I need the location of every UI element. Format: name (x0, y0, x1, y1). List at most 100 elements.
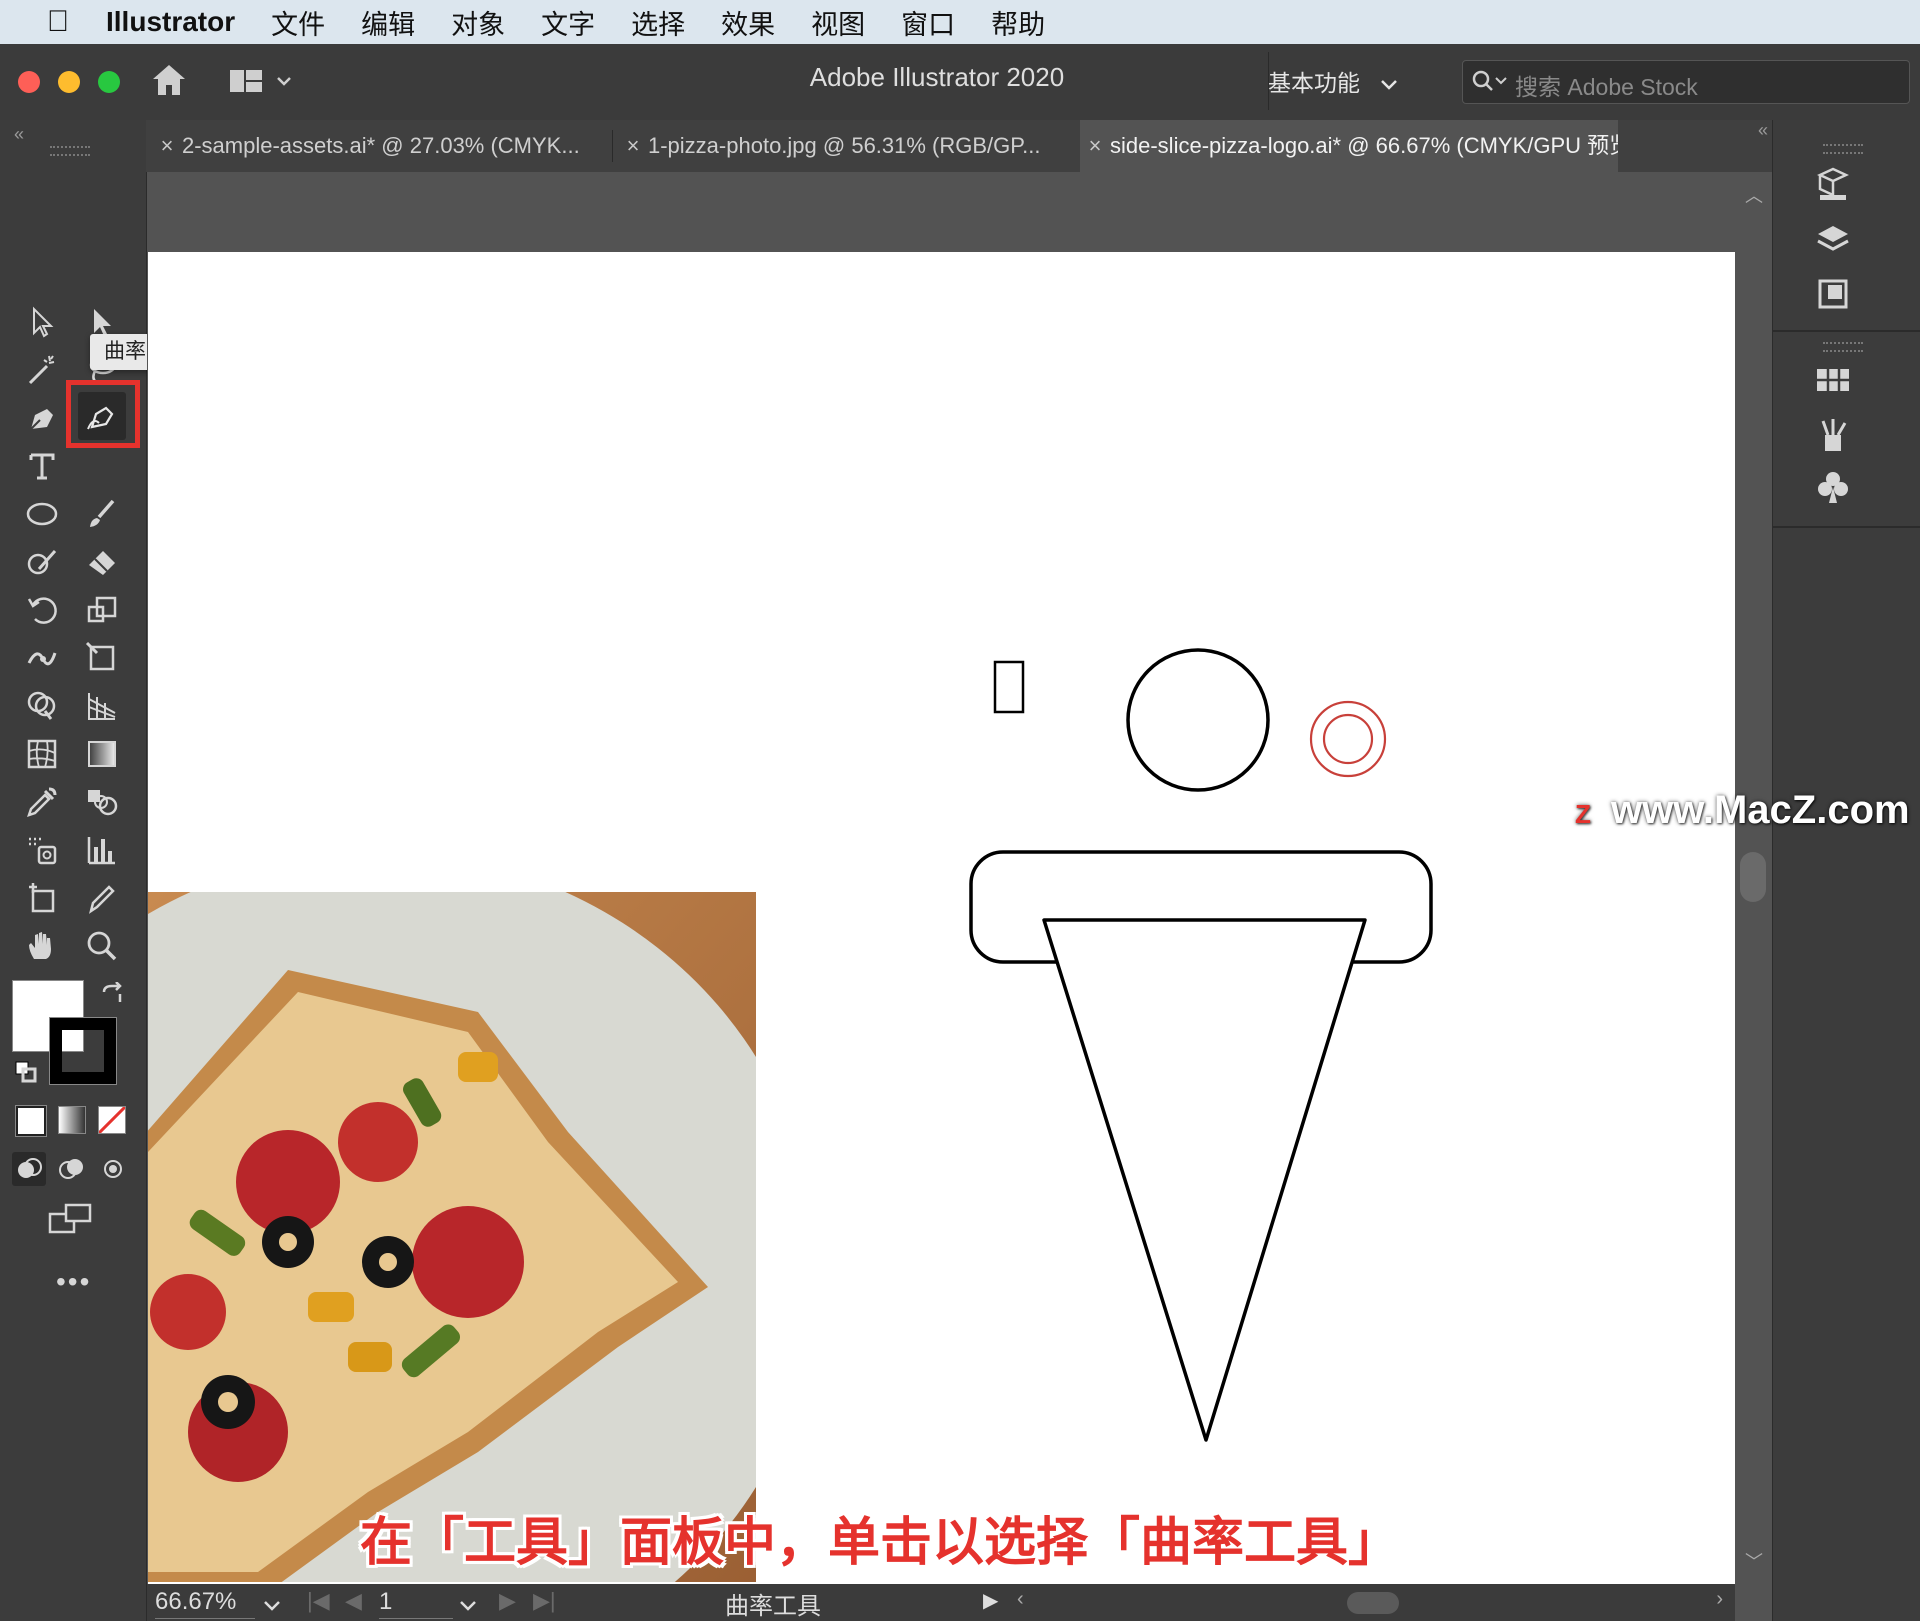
zoom-field[interactable]: 66.67% (155, 1588, 255, 1619)
scale-tool-icon[interactable] (78, 586, 126, 634)
vertical-scrollbar[interactable]: ︿ ﹀ (1736, 172, 1770, 1584)
collapse-panel-icon[interactable]: « (14, 124, 24, 145)
scroll-thumb[interactable] (1740, 852, 1766, 902)
menu-edit[interactable]: 编辑 (361, 3, 415, 42)
workspace-switcher[interactable]: 基本功能 (1268, 64, 1398, 98)
gradient-tool-icon[interactable] (78, 730, 126, 778)
blend-tool-icon[interactable] (78, 778, 126, 826)
scroll-right-icon[interactable]: › (1716, 1588, 1723, 1611)
zoom-tool-icon[interactable] (78, 922, 126, 970)
screen-mode-icon[interactable] (48, 1202, 94, 1241)
width-tool-icon[interactable] (18, 634, 66, 682)
menu-window[interactable]: 窗口 (901, 3, 955, 42)
scroll-down-icon[interactable]: ﹀ (1745, 1548, 1763, 1574)
slice-tool-icon[interactable] (78, 874, 126, 922)
brushes-icon[interactable] (1808, 412, 1858, 456)
home-icon[interactable] (150, 62, 188, 103)
pen-tool-icon[interactable] (18, 394, 66, 442)
rotate-tool-icon[interactable] (18, 586, 66, 634)
eyedropper-tool-icon[interactable] (18, 778, 66, 826)
artboard-tool-icon[interactable] (18, 874, 66, 922)
chevron-down-icon (1380, 70, 1398, 96)
next-artboard-icon[interactable]: ▶ (499, 1588, 516, 1614)
status-tool-name[interactable]: 曲率工具 (575, 1586, 971, 1621)
panel-grip[interactable] (50, 146, 90, 156)
column-graph-tool-icon[interactable] (78, 826, 126, 874)
zoom-dropdown-icon[interactable] (263, 1592, 281, 1620)
scroll-up-icon[interactable]: ︿ (1745, 182, 1763, 208)
perspective-grid-tool-icon[interactable] (78, 682, 126, 730)
mac-menubar:  Illustrator 文件 编辑 对象 文字 选择 效果 视图 窗口 帮助 (0, 0, 1920, 44)
artboard[interactable] (148, 252, 1735, 1584)
large-circle (1126, 648, 1270, 792)
draw-inside-icon[interactable] (96, 1152, 130, 1186)
symbols-icon[interactable] (1808, 466, 1858, 510)
layers-icon[interactable] (1808, 218, 1858, 262)
menu-help[interactable]: 帮助 (991, 3, 1045, 42)
menu-file[interactable]: 文件 (271, 3, 325, 42)
menu-effect[interactable]: 效果 (721, 3, 775, 42)
properties-icon[interactable] (1808, 272, 1858, 316)
window-title: Adobe Illustrator 2020 (809, 62, 1065, 92)
horizontal-scrollbar[interactable]: ‹ › (1017, 1588, 1729, 1616)
symbol-sprayer-tool-icon[interactable] (18, 826, 66, 874)
magic-wand-tool-icon[interactable] (18, 346, 66, 394)
ellipse-tool-icon[interactable] (18, 490, 66, 538)
selected-circle-outer (1309, 700, 1387, 778)
collapse-panel-icon[interactable]: « (1758, 120, 1768, 141)
type-tool-icon[interactable] (18, 442, 66, 490)
stock-search-field[interactable]: 搜索 Adobe Stock (1462, 60, 1910, 104)
default-fill-stroke-icon[interactable] (14, 1060, 38, 1089)
zoom-window-button[interactable] (98, 71, 120, 93)
scroll-left-icon[interactable]: ‹ (1017, 1588, 1024, 1611)
arrange-documents-icon[interactable] (228, 66, 292, 101)
artboard-dropdown-icon[interactable] (459, 1592, 477, 1620)
panel-grip[interactable] (1823, 144, 1863, 154)
selection-tool-icon[interactable] (18, 298, 66, 346)
tab-pizza-photo[interactable]: × 1-pizza-photo.jpg @ 56.31% (RGB/GP... (618, 120, 1078, 172)
minimize-window-button[interactable] (58, 71, 80, 93)
close-window-button[interactable] (18, 71, 40, 93)
document-tabs: × 2-sample-assets.ai* @ 27.03% (CMYK... ×… (146, 120, 1774, 172)
curvature-tool-icon[interactable] (78, 392, 126, 440)
paintbrush-tool-icon[interactable] (78, 490, 126, 538)
edit-toolbar-icon[interactable]: ••• (56, 1266, 91, 1298)
title-bar: Adobe Illustrator 2020 基本功能 搜索 Adobe Sto… (0, 44, 1920, 121)
free-transform-tool-icon[interactable] (78, 634, 126, 682)
shape-builder-tool-icon[interactable] (18, 682, 66, 730)
draw-behind-icon[interactable] (54, 1152, 88, 1186)
draw-normal-icon[interactable] (12, 1152, 46, 1186)
gradient-mode-button[interactable] (58, 1106, 86, 1134)
menu-object[interactable]: 对象 (451, 3, 505, 42)
macz-logo-icon: Z (1565, 796, 1601, 832)
close-tab-icon[interactable]: × (152, 120, 182, 172)
selected-circle-inner (1322, 713, 1374, 765)
last-artboard-icon[interactable]: ▶| (533, 1588, 556, 1614)
logo-artwork[interactable] (148, 252, 1735, 1584)
mesh-tool-icon[interactable] (18, 730, 66, 778)
shaper-tool-icon[interactable] (18, 538, 66, 586)
close-tab-icon[interactable]: × (618, 120, 648, 172)
hand-tool-icon[interactable] (18, 922, 66, 970)
close-tab-icon[interactable]: × (1080, 120, 1110, 172)
artboard-number-field[interactable]: 1 (379, 1588, 453, 1619)
previous-artboard-icon[interactable]: ◀ (345, 1588, 362, 1614)
status-menu-arrow-icon[interactable]: ▶ (983, 1588, 998, 1613)
apple-menu-icon[interactable]:  (38, 0, 78, 44)
swatches-icon[interactable] (1808, 358, 1858, 402)
tab-pizza-logo[interactable]: × side-slice-pizza-logo.ai* @ 66.67% (CMY… (1080, 120, 1618, 172)
libraries-icon[interactable] (1808, 162, 1858, 206)
none-mode-button[interactable] (98, 1106, 126, 1134)
tab-sample-assets[interactable]: × 2-sample-assets.ai* @ 27.03% (CMYK... (152, 120, 616, 172)
workspace-label: 基本功能 (1268, 70, 1360, 96)
swap-fill-stroke-icon[interactable] (100, 981, 126, 1013)
color-mode-button[interactable] (15, 1105, 47, 1137)
panel-grip[interactable] (1823, 342, 1863, 352)
app-menu[interactable]: Illustrator (106, 6, 235, 38)
menu-view[interactable]: 视图 (811, 3, 865, 42)
menu-type[interactable]: 文字 (541, 3, 595, 42)
eraser-tool-icon[interactable] (78, 538, 126, 586)
menu-select[interactable]: 选择 (631, 3, 685, 42)
first-artboard-icon[interactable]: |◀ (307, 1588, 330, 1614)
scroll-thumb[interactable] (1347, 1592, 1399, 1614)
